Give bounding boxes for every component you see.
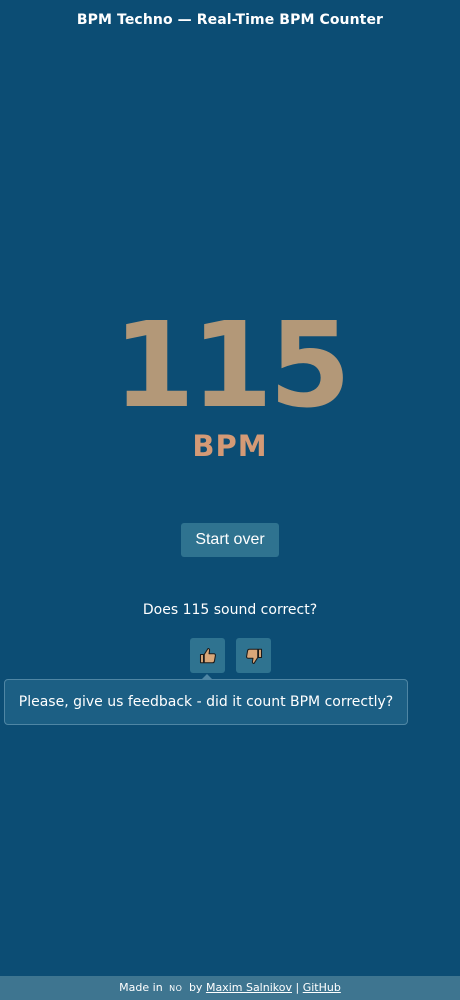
page-title: BPM Techno — Real-Time BPM Counter — [76, 12, 384, 28]
feedback-question: Does 115 sound correct? — [142, 602, 318, 618]
footer: Made in NO by Maxim Salnikov | GitHub — [0, 976, 460, 1000]
norway-flag-icon: NO — [169, 984, 183, 993]
bpm-unit-label: BPM — [192, 429, 268, 463]
thumbs-down-icon — [245, 647, 263, 665]
bpm-value: 115 — [112, 296, 351, 434]
footer-separator: | — [295, 981, 300, 994]
thumbs-up-button[interactable] — [190, 638, 225, 673]
feedback-tooltip: Please, give us feedback - did it count … — [4, 679, 408, 725]
footer-by: by — [188, 981, 203, 994]
thumbs-down-button[interactable] — [236, 638, 271, 673]
footer-made-in: Made in — [119, 981, 163, 994]
thumbs-up-icon — [199, 647, 217, 665]
start-over-button[interactable]: Start over — [181, 523, 279, 557]
github-link[interactable]: GitHub — [303, 981, 341, 994]
author-link[interactable]: Maxim Salnikov — [206, 981, 292, 994]
